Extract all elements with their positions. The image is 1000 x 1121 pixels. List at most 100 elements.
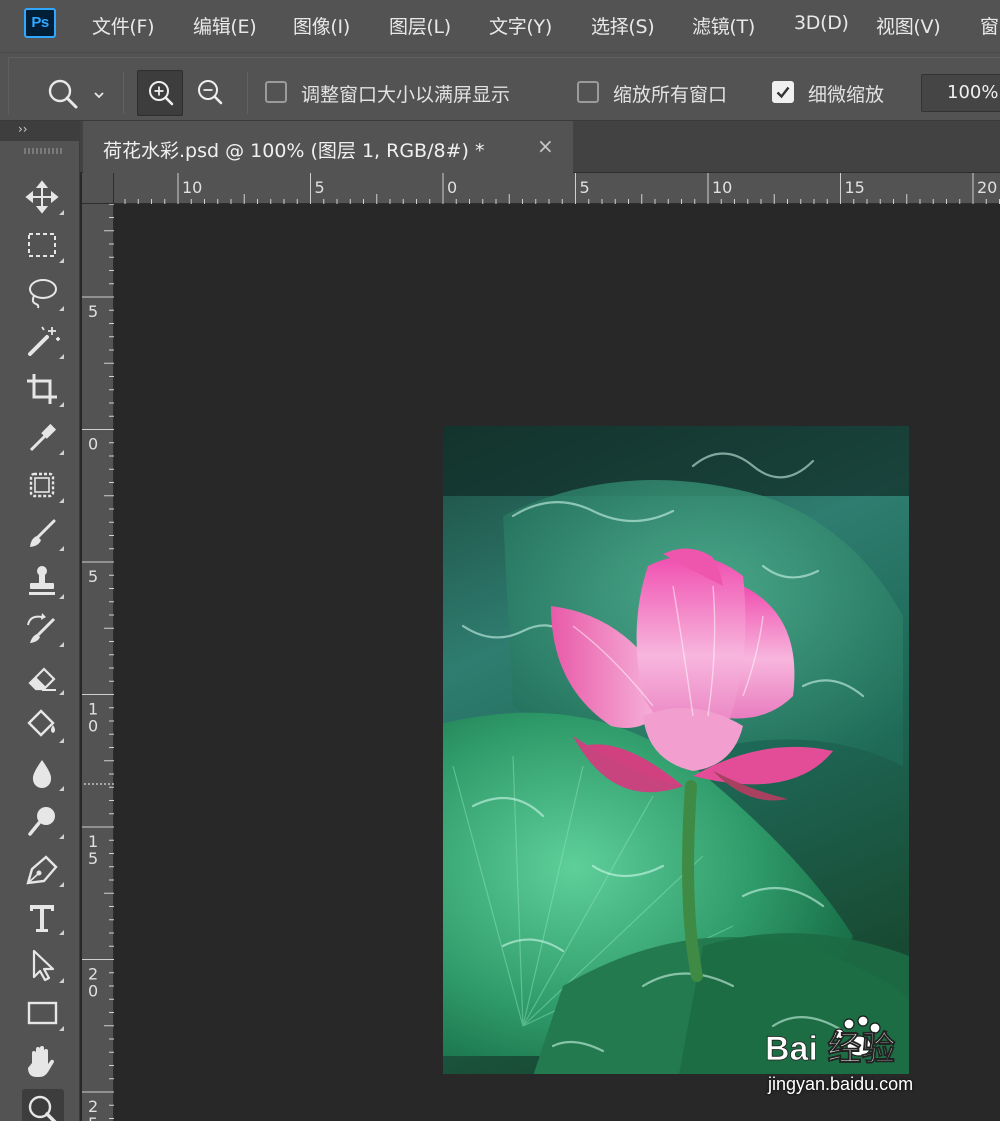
ruler-label: 0: [88, 982, 98, 1001]
ruler-label: 15: [845, 178, 865, 197]
vertical-ruler[interactable]: 50510152025: [82, 203, 114, 1121]
options-bar-inner: 调整窗口大小以满屏显示 缩放所有窗口 细微缩放 100%: [8, 57, 1000, 116]
magic-wand-tool[interactable]: [22, 321, 64, 363]
brush-tool[interactable]: [22, 513, 64, 555]
ruler-label: 5: [315, 178, 325, 197]
rectangle-icon: [27, 1001, 58, 1025]
horizontal-ruler-ticks: 10 5 0 5 10 15 20: [124, 173, 1000, 204]
menu-layer[interactable]: 图层(L): [389, 12, 451, 39]
menu-edit[interactable]: 编辑(E): [193, 12, 257, 39]
horizontal-ruler[interactable]: 10 5 0 5 10 15 20: [114, 173, 1000, 204]
ruler-label: 10: [182, 178, 202, 197]
menu-3d[interactable]: 3D(D): [794, 12, 849, 34]
healing-patch-icon: [29, 472, 55, 498]
ruler-origin[interactable]: [82, 173, 114, 204]
baidu-jingyan-logo: Bai 经验: [765, 1012, 965, 1072]
ruler-label: 10: [712, 178, 732, 197]
menu-window[interactable]: 窗: [980, 12, 999, 39]
close-tab-icon[interactable]: ×: [537, 134, 554, 158]
menu-filter[interactable]: 滤镜(T): [692, 12, 755, 39]
eraser-icon: [28, 667, 56, 691]
move-icon: [25, 180, 59, 214]
tool-preset-picker[interactable]: [43, 74, 113, 114]
blur-drop-icon: [32, 760, 52, 788]
lasso-icon: [29, 279, 57, 309]
move-tool[interactable]: [22, 177, 64, 219]
hand-icon: [28, 1046, 55, 1077]
zoom-out-button[interactable]: [187, 70, 233, 116]
resize-windows-label[interactable]: 调整窗口大小以满屏显示: [301, 80, 510, 107]
crop-icon: [27, 374, 57, 404]
stamp-icon: [29, 566, 55, 595]
document-tab-title[interactable]: 荷花水彩.psd @ 100% (图层 1, RGB/8#) *: [103, 136, 484, 163]
blur-tool[interactable]: [22, 753, 64, 795]
zoom-preset-icon: [48, 79, 104, 109]
clone-stamp-tool[interactable]: [22, 561, 64, 603]
ruler-label: 5: [88, 1114, 98, 1121]
options-separator: [247, 72, 248, 114]
zoom-percentage-field[interactable]: 100%: [921, 74, 1000, 112]
menu-bar: Ps 文件(F) 编辑(E) 图像(I) 图层(L) 文字(Y) 选择(S) 滤…: [0, 0, 1000, 52]
paint-bucket-tool[interactable]: [22, 705, 64, 747]
resize-windows-checkbox[interactable]: [265, 81, 287, 103]
ruler-label: 20: [977, 178, 997, 197]
document-tab-strip: 荷花水彩.psd @ 100% (图层 1, RGB/8#) * ×: [80, 121, 1000, 173]
menu-image[interactable]: 图像(I): [293, 12, 350, 39]
eyedropper-tool[interactable]: [22, 417, 64, 459]
zoom-all-windows-label[interactable]: 缩放所有窗口: [613, 80, 727, 107]
menu-file[interactable]: 文件(F): [92, 12, 155, 39]
hand-tool[interactable]: [22, 1041, 64, 1083]
zoom-in-icon: [149, 81, 174, 106]
panel-collapse-button[interactable]: ››: [0, 121, 80, 141]
checkmark-icon: [776, 86, 790, 99]
scrubby-zoom-checkbox[interactable]: [772, 81, 794, 103]
menu-select[interactable]: 选择(S): [591, 12, 655, 39]
ruler-label: 5: [88, 302, 98, 321]
options-bar: 调整窗口大小以满屏显示 缩放所有窗口 细微缩放 100%: [0, 52, 1000, 121]
zoom-icon: [28, 1095, 57, 1121]
history-brush-tool[interactable]: [22, 609, 64, 651]
dodge-tool[interactable]: [22, 801, 64, 843]
ruler-label: 0: [88, 435, 98, 454]
pen-icon: [26, 855, 58, 885]
crop-tool[interactable]: [22, 369, 64, 411]
ruler-label: 5: [580, 178, 590, 197]
document-tab[interactable]: 荷花水彩.psd @ 100% (图层 1, RGB/8#) * ×: [83, 121, 573, 173]
rect-marquee-icon: [28, 233, 56, 257]
dodge-icon: [28, 807, 55, 836]
magic-wand-icon: [28, 326, 60, 356]
type-icon: [30, 905, 54, 932]
path-select-arrow-icon: [32, 949, 55, 982]
menu-view[interactable]: 视图(V): [876, 12, 941, 39]
history-brush-icon: [27, 613, 56, 643]
ruler-label: 5: [88, 849, 98, 868]
zoom-tool[interactable]: [22, 1089, 64, 1121]
type-tool[interactable]: [22, 897, 64, 939]
ruler-label: 0: [447, 178, 457, 197]
zoom-in-button[interactable]: [137, 70, 183, 116]
photoshop-logo[interactable]: Ps: [24, 8, 56, 38]
panel-grip-handle[interactable]: [24, 148, 62, 154]
rectangle-tool[interactable]: [22, 993, 64, 1035]
menu-type[interactable]: 文字(Y): [489, 12, 552, 39]
vertical-ruler-ticks: 50510152025: [82, 203, 114, 1121]
pen-tool[interactable]: [22, 849, 64, 891]
options-separator: [123, 72, 124, 114]
ruler-label: 0: [88, 717, 98, 736]
lotus-artwork: [443, 426, 909, 1074]
scrubby-zoom-label[interactable]: 细微缩放: [808, 80, 884, 107]
healing-brush-tool[interactable]: [22, 465, 64, 507]
lasso-tool[interactable]: [22, 273, 64, 315]
zoom-all-windows-checkbox[interactable]: [577, 81, 599, 103]
baidu-logo-text: Bai 经验: [765, 1029, 895, 1068]
baidu-paw-icon: Bai 经验: [765, 1015, 896, 1068]
ruler-label: 5: [88, 567, 98, 586]
path-selection-tool[interactable]: [22, 945, 64, 987]
watermark-url: jingyan.baidu.com: [768, 1074, 914, 1094]
zoom-out-icon: [198, 80, 223, 105]
tools-panel: ››: [0, 121, 80, 1121]
marquee-tool[interactable]: [22, 225, 64, 267]
eraser-tool[interactable]: [22, 657, 64, 699]
brush-icon: [30, 519, 56, 547]
lotus-watercolor-image[interactable]: [443, 426, 909, 1074]
